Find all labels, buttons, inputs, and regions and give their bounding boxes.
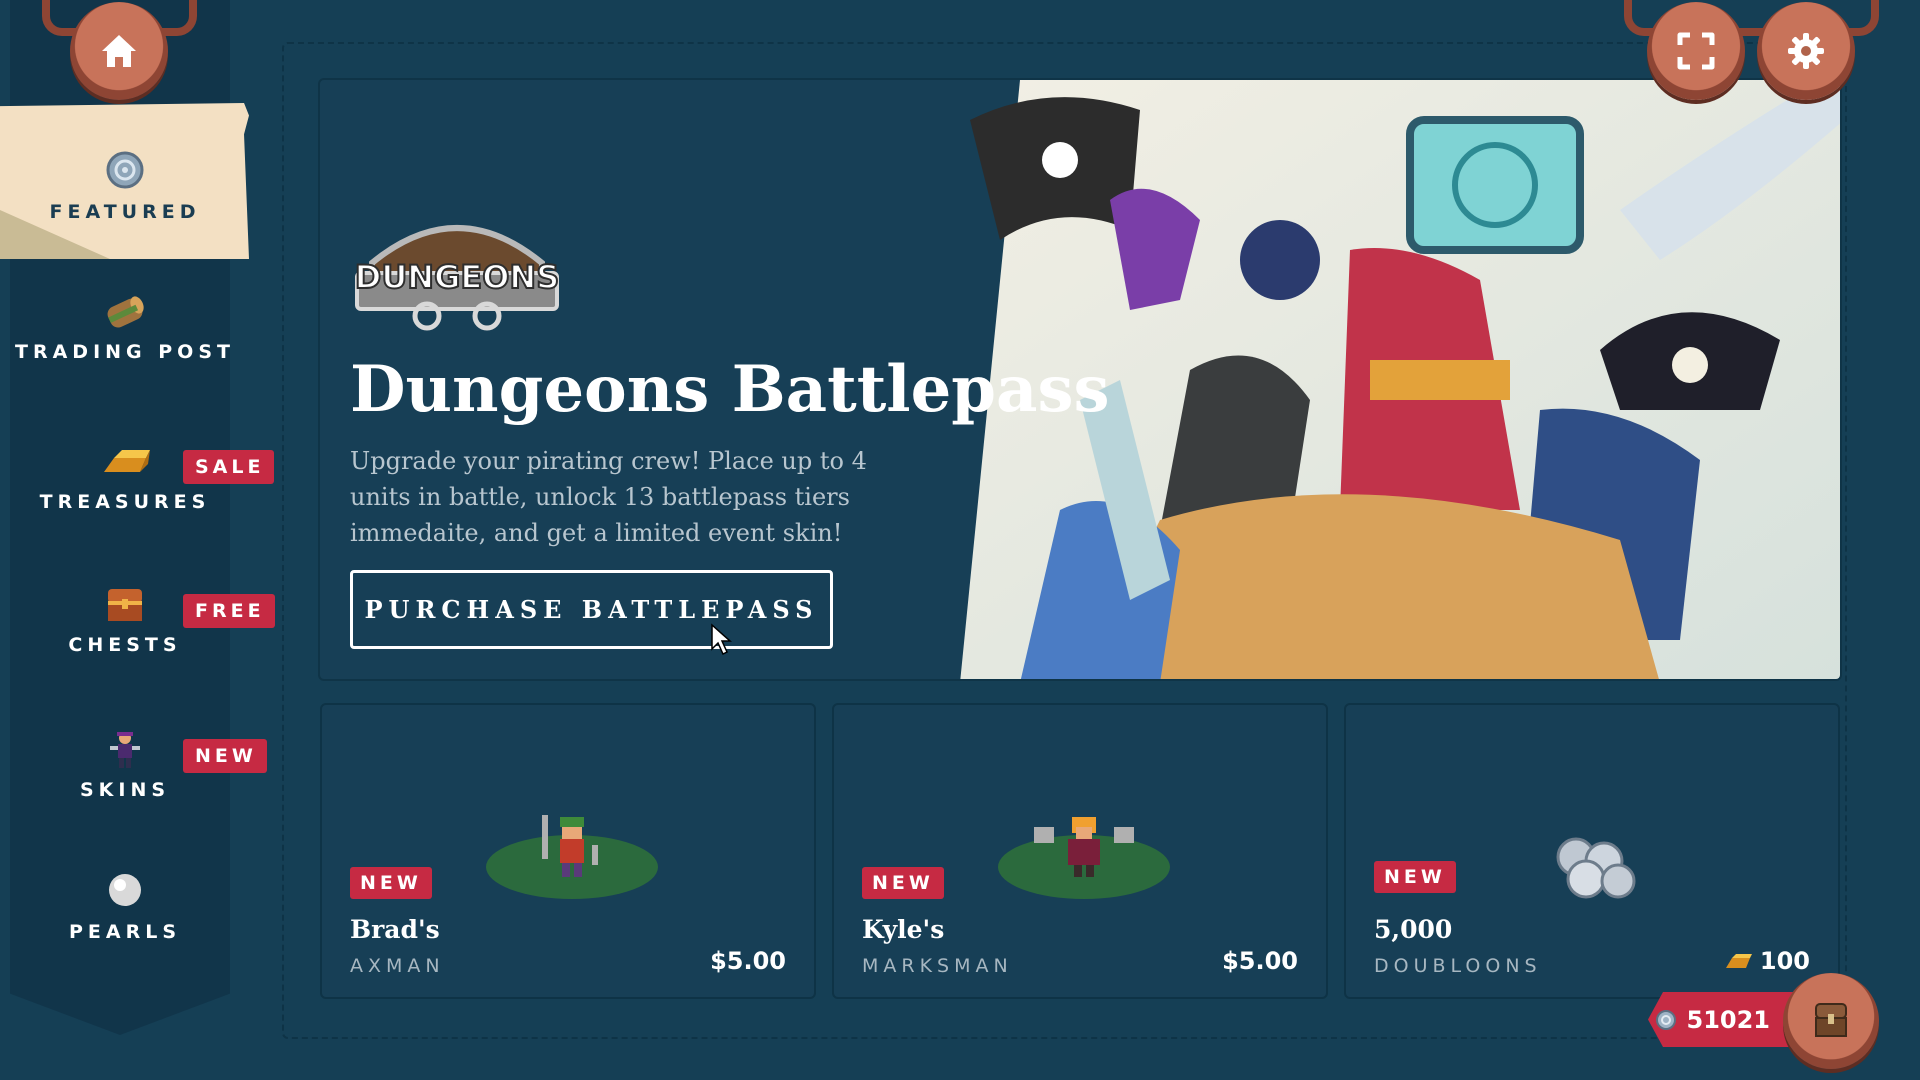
card-price: $5.00 xyxy=(1222,947,1298,975)
dungeons-logo: DUNGEONS xyxy=(354,225,560,331)
inventory-chest-button[interactable] xyxy=(1783,973,1879,1069)
new-badge: NEW xyxy=(1374,861,1456,893)
chest-icon xyxy=(1815,1003,1847,1037)
card-subtitle: DOUBLOONS xyxy=(1374,955,1542,977)
purchase-battlepass-button[interactable]: PURCHASE BATTLEPASS xyxy=(350,570,833,649)
silver-coins-icon xyxy=(1556,837,1636,899)
pearl-icon xyxy=(109,874,141,906)
sale-badge: SALE xyxy=(183,450,275,484)
coin-icon xyxy=(1655,1009,1676,1030)
sidebar-item-trading-post[interactable]: TRADING POST xyxy=(0,290,250,364)
hero-description: Upgrade your pirating crew! Place up to … xyxy=(350,447,867,547)
fullscreen-icon xyxy=(1677,32,1715,70)
sidebar-item-label: PEARLS xyxy=(68,921,182,943)
axman-sprite-icon xyxy=(486,815,658,899)
card-price-value: 100 xyxy=(1759,947,1810,975)
sidebar-item-label: FEATURED xyxy=(49,201,201,223)
sidebar-item-label: TREASURES xyxy=(39,491,211,513)
home-icon xyxy=(102,35,136,67)
card-subtitle: AXMAN xyxy=(350,955,445,977)
marksman-sprite-icon xyxy=(998,817,1170,899)
free-badge: FREE xyxy=(183,594,275,628)
sidebar-item-label: SKINS xyxy=(79,779,171,801)
chest-icon xyxy=(108,589,142,621)
gold-bar-icon xyxy=(1725,954,1752,968)
home-button[interactable] xyxy=(70,2,168,100)
card-title: Brad's xyxy=(350,915,440,944)
coin-icon xyxy=(106,151,144,189)
character-icon xyxy=(110,732,140,768)
card-price: $5.00 xyxy=(710,947,786,975)
gold-bar-icon xyxy=(104,450,150,472)
shop-card-marksman[interactable]: NEW Kyle's MARKSMAN $5.00 xyxy=(832,703,1328,999)
sidebar-item-label: TRADING POST xyxy=(15,341,235,363)
logo-text: DUNGEONS xyxy=(355,258,559,296)
gear-icon xyxy=(1788,33,1824,69)
shop-card-doubloons[interactable]: NEW 5,000 DOUBLOONS 100 xyxy=(1344,703,1840,999)
new-badge: NEW xyxy=(183,739,267,773)
new-badge: NEW xyxy=(350,867,432,899)
currency-amount: 51021 xyxy=(1686,1005,1771,1034)
settings-button[interactable] xyxy=(1757,2,1855,100)
card-price: 100 xyxy=(1724,947,1810,975)
hero-title: Dungeons Battlepass xyxy=(350,352,1110,427)
sidebar-item-label: CHESTS xyxy=(68,634,182,656)
card-title: 5,000 xyxy=(1374,915,1453,944)
card-title: Kyle's xyxy=(862,915,945,944)
shop-card-axman[interactable]: NEW Brad's AXMAN $5.00 xyxy=(320,703,816,999)
card-subtitle: MARKSMAN xyxy=(862,955,1013,977)
log-icon xyxy=(107,296,144,328)
sidebar-item-featured[interactable]: FEATURED xyxy=(0,150,250,224)
new-badge: NEW xyxy=(862,867,944,899)
sidebar-item-pearls[interactable]: PEARLS xyxy=(0,870,250,944)
mouse-cursor-icon xyxy=(711,623,732,656)
fullscreen-button[interactable] xyxy=(1647,2,1745,100)
currency-display: 51021 xyxy=(1648,992,1798,1047)
